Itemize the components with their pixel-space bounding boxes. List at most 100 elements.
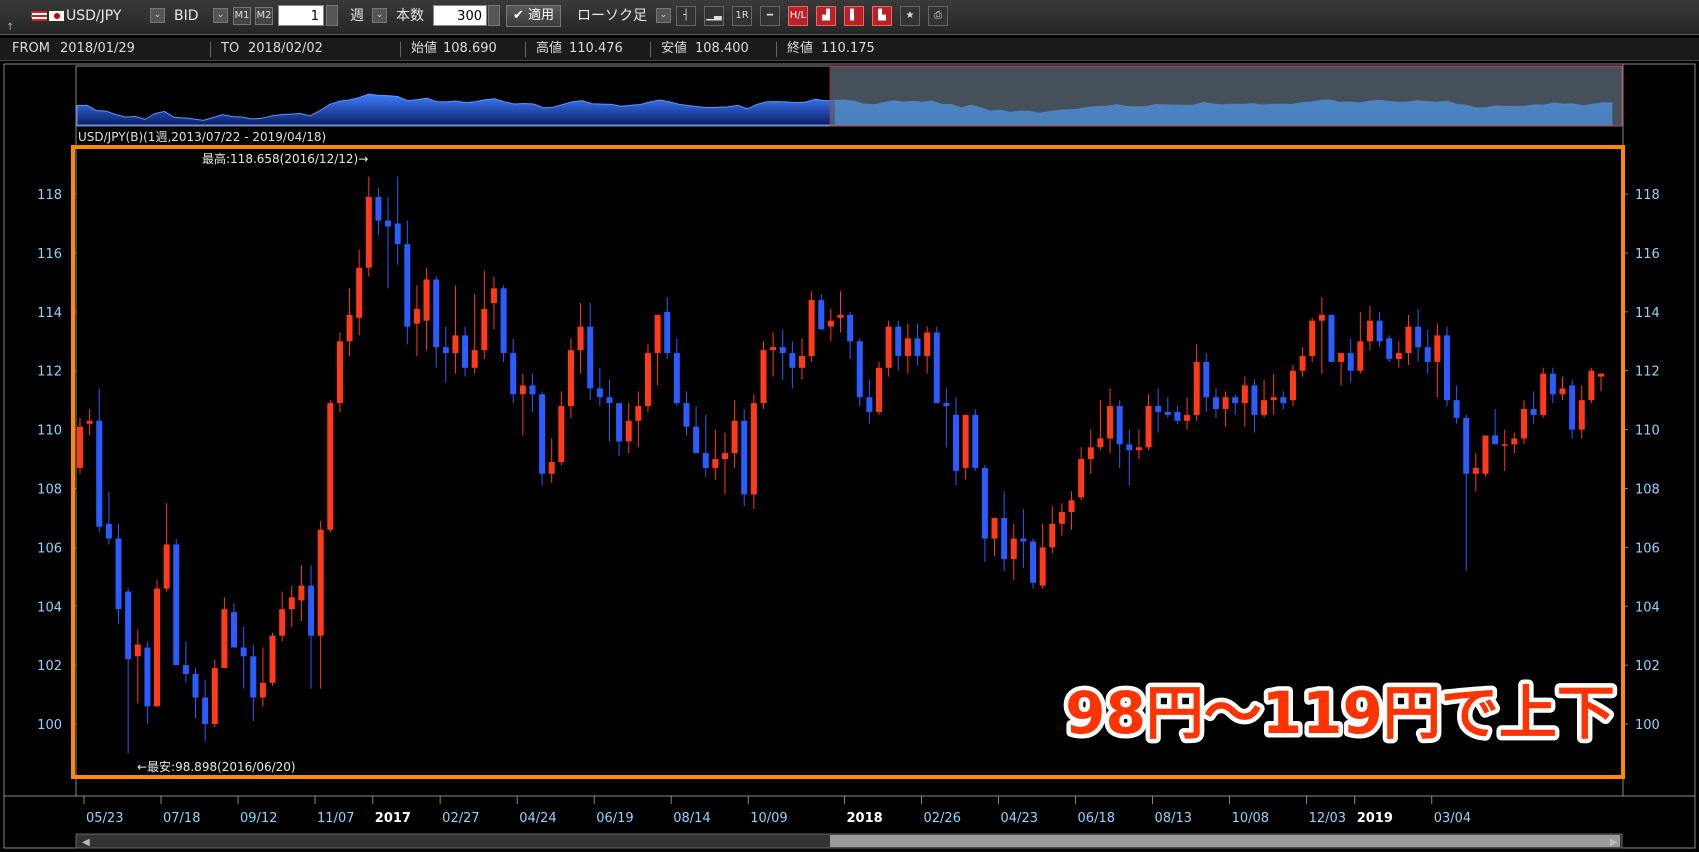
y-tick-label: 106 [37, 541, 62, 556]
y-tick-label: 102 [37, 659, 62, 674]
y-tick-label: 108 [1635, 482, 1660, 497]
y-tick-label: 114 [1635, 306, 1660, 321]
candle-body [731, 420, 738, 454]
candle-body [86, 420, 93, 424]
candle-body [866, 397, 873, 412]
candle-body [1270, 397, 1277, 401]
star-icon[interactable]: ★ [900, 6, 920, 26]
candle-body [1463, 417, 1470, 474]
y-tick-label: 104 [37, 600, 62, 615]
symbol-label[interactable]: USD/JPY [66, 6, 121, 26]
candle-body [317, 529, 324, 636]
candle-body [279, 609, 286, 636]
symbol-dropdown[interactable]: ⌄ [150, 8, 165, 23]
rsi-icon[interactable]: 1R [732, 6, 752, 26]
candle-body [404, 244, 411, 327]
candle-body [1482, 435, 1489, 474]
x-tick-label: 2019 [1357, 811, 1393, 826]
chart-red-icon[interactable]: ▟ [816, 6, 836, 26]
price-type-dropdown[interactable]: ⌄ [213, 8, 228, 23]
candle-body [1261, 400, 1268, 415]
x-tick-label: 2018 [847, 811, 883, 826]
candle-body [510, 353, 517, 395]
period-unit-dropdown[interactable]: ⌄ [372, 8, 387, 23]
candle-body [644, 353, 651, 407]
price-type-label[interactable]: BID [174, 6, 199, 26]
bar-chart-icon[interactable]: ▁▃ [704, 6, 724, 26]
candle-body [577, 326, 584, 351]
arrow-up-icon[interactable]: ↑ [6, 22, 14, 33]
candle-body [1424, 347, 1431, 362]
x-tick-label: 04/23 [1001, 811, 1038, 826]
apply-button[interactable]: ✔ 適用 [506, 5, 562, 27]
x-tick-label: 10/08 [1232, 811, 1269, 826]
candle-body [885, 326, 892, 368]
count-spinner[interactable] [488, 5, 500, 26]
scroll-left-icon[interactable]: ◀ [82, 837, 90, 848]
divider [400, 42, 401, 57]
candle-body [346, 314, 353, 342]
candle-body [606, 397, 613, 404]
high-low-icon[interactable]: H/L [788, 6, 808, 26]
x-tick-label: 07/18 [163, 811, 200, 826]
x-tick-label: 12/03 [1309, 811, 1346, 826]
candle-body [616, 403, 623, 442]
candle-body [375, 197, 382, 221]
candle-body [1443, 335, 1450, 401]
line-icon[interactable]: ━ [760, 6, 780, 26]
bar-red-icon[interactable]: ▌ [844, 6, 864, 26]
m2-button[interactable]: M2 [255, 7, 273, 25]
close-label: 終値 [787, 41, 814, 56]
candle-body [1318, 314, 1325, 321]
candle-body [500, 288, 507, 354]
chart-style-dropdown[interactable]: ⌄ [656, 8, 671, 23]
candle-body [490, 288, 497, 304]
candle-body [1357, 341, 1364, 371]
count-label: 本数 [396, 8, 424, 24]
x-tick-label: 04/24 [519, 811, 556, 826]
candle-body [1366, 320, 1373, 342]
candle-body [876, 367, 883, 412]
period-spinner[interactable] [326, 5, 338, 26]
candle-body [943, 403, 950, 407]
candlestick-icon[interactable]: ┤ [676, 6, 696, 26]
m1-button[interactable]: M1 [233, 7, 251, 25]
candle-body [1415, 326, 1422, 348]
print-icon[interactable]: ⎙ [928, 6, 948, 26]
count-input[interactable]: 300 [433, 5, 487, 26]
candle-body [96, 420, 103, 527]
period-value-input[interactable]: 1 [278, 5, 324, 26]
candle-body [452, 335, 459, 354]
chart-area[interactable]: USD/JPY(B)(1週,2013/07/22 - 2019/04/18) 1… [0, 60, 1699, 852]
y-tick-label: 118 [1635, 188, 1660, 203]
candle-body [308, 585, 315, 636]
candle-body [567, 350, 574, 407]
candle-body [519, 385, 526, 395]
candle-body [856, 341, 863, 398]
candle-body [625, 420, 632, 442]
candle-red-icon[interactable]: ▙ [872, 6, 892, 26]
y-tick-label: 100 [1635, 718, 1660, 733]
y-tick-label: 110 [37, 424, 62, 439]
candle-body [760, 350, 767, 404]
scrollbar-thumb[interactable] [830, 835, 1620, 847]
candle-body [548, 462, 555, 474]
chart-style-label[interactable]: ローソク足 [577, 6, 647, 26]
scroll-right-icon[interactable]: ▶ [1610, 837, 1618, 848]
x-tick-label: 03/04 [1434, 811, 1471, 826]
candle-body [163, 544, 170, 589]
y-tick-label: 118 [37, 188, 62, 203]
candle-body [1155, 406, 1162, 412]
candle-body [1135, 447, 1142, 451]
candle-body [1222, 397, 1229, 410]
candle-body [240, 647, 247, 657]
candle-body [1530, 409, 1537, 415]
y-tick-label: 104 [1635, 600, 1660, 615]
y-tick-label: 108 [37, 482, 62, 497]
candle-body [741, 420, 748, 495]
to-label: TO [221, 41, 240, 56]
navigator[interactable] [75, 65, 1623, 127]
candle-body [558, 406, 565, 462]
x-tick-label: 08/13 [1155, 811, 1192, 826]
candle-body [1299, 356, 1306, 371]
